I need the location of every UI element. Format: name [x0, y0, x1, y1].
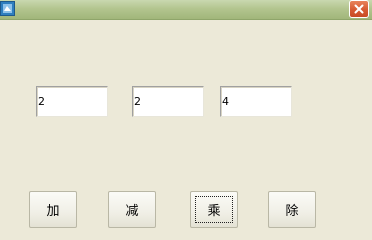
close-button[interactable]: [349, 0, 369, 18]
title-bar[interactable]: [0, 0, 372, 20]
close-icon: [354, 4, 364, 14]
multiply-button-label: 乘: [207, 204, 221, 219]
operand-2-input[interactable]: [132, 86, 204, 117]
calculator-window: 加 减 乘 除: [0, 0, 372, 234]
divide-button[interactable]: 除: [268, 191, 316, 228]
add-button-label: 加: [46, 204, 60, 219]
divide-button-label: 除: [285, 204, 299, 219]
add-button[interactable]: 加: [29, 191, 77, 228]
operand-1-input[interactable]: [36, 86, 108, 117]
subtract-button-label: 减: [125, 204, 139, 219]
multiply-button[interactable]: 乘: [190, 191, 238, 228]
result-input[interactable]: [220, 86, 292, 117]
subtract-button[interactable]: 减: [108, 191, 156, 228]
app-icon: [0, 1, 15, 16]
